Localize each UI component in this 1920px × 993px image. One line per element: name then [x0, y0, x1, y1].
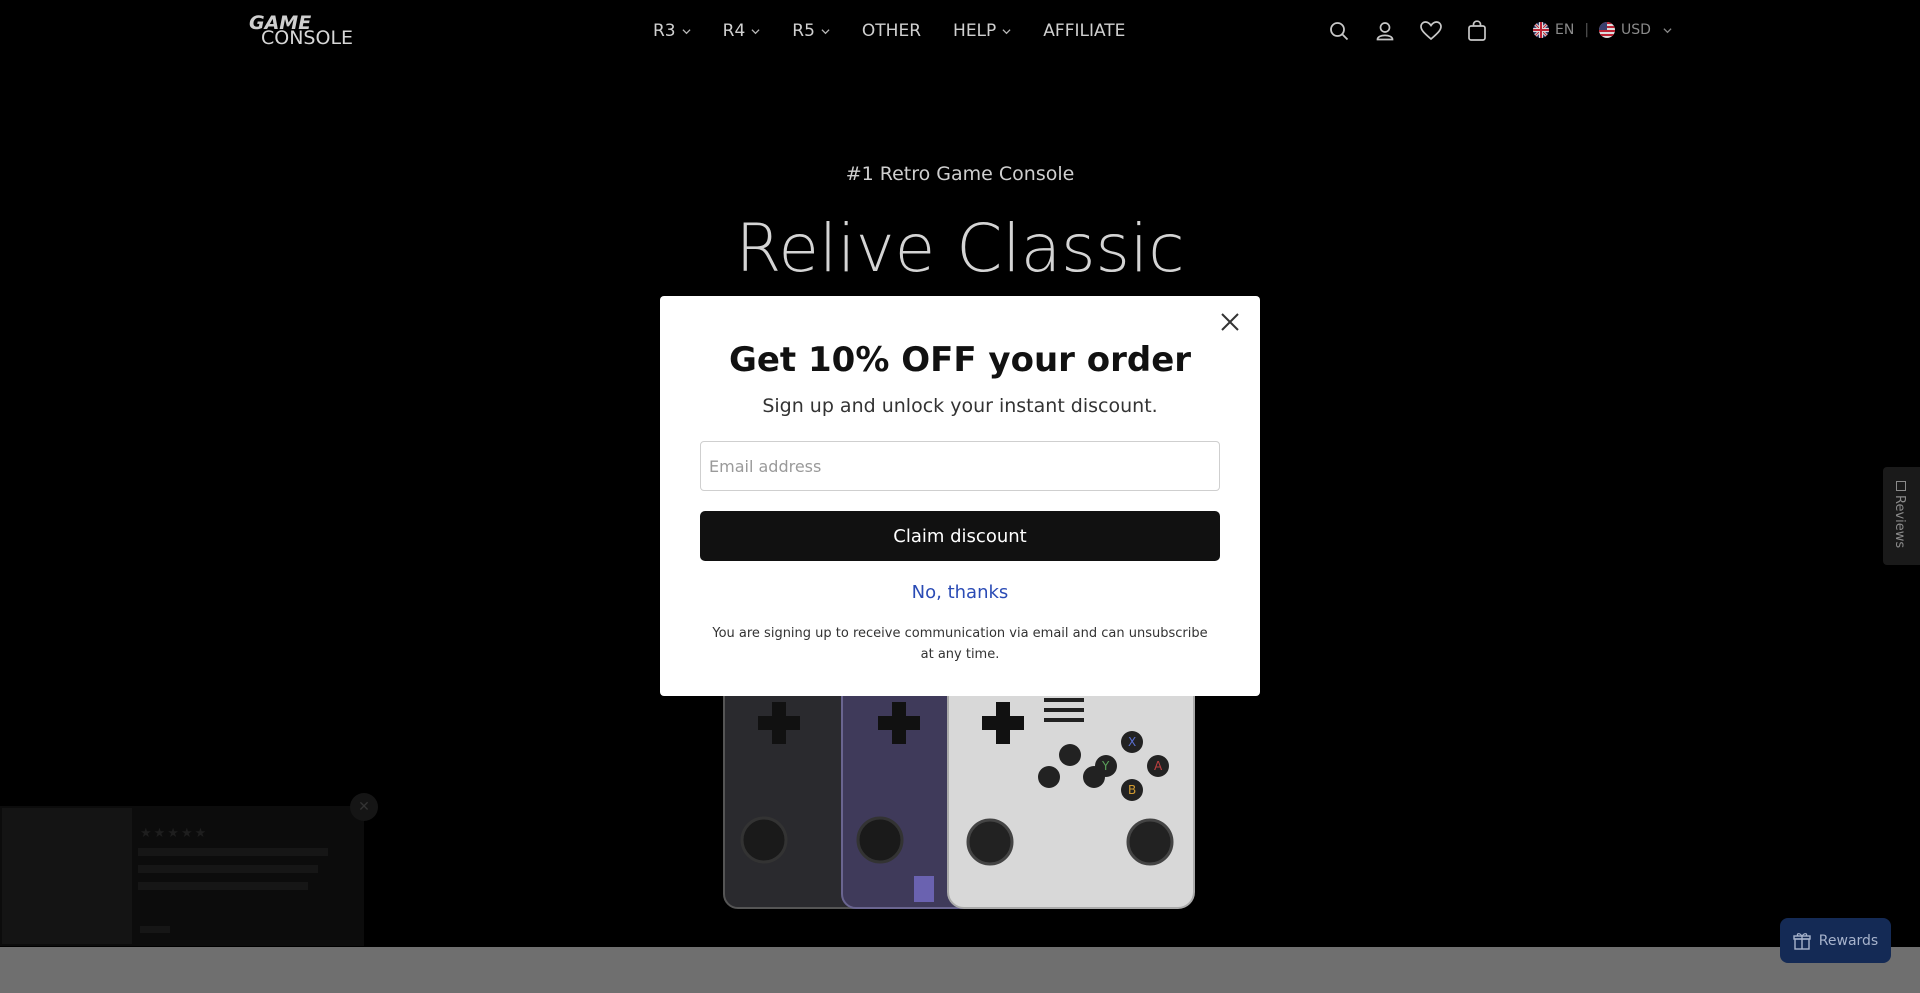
- chevron-down-icon: [751, 28, 760, 34]
- svg-text:X: X: [1128, 735, 1136, 749]
- wishlist-heart-icon[interactable]: [1418, 18, 1444, 44]
- cart-bag-icon[interactable]: [1464, 18, 1490, 44]
- search-icon[interactable]: [1326, 18, 1352, 44]
- nav-item-r5[interactable]: R5: [792, 20, 830, 42]
- us-flag-icon: [1599, 22, 1616, 38]
- console-product-image: X Y A B: [723, 660, 1195, 909]
- hero-title: Relive Classic: [735, 210, 1185, 287]
- claim-discount-button[interactable]: Claim discount: [700, 511, 1220, 561]
- popup-subtitle: Sign up and unlock your instant discount…: [762, 395, 1158, 417]
- language-label: EN: [1555, 22, 1575, 38]
- account-icon[interactable]: [1372, 18, 1398, 44]
- gift-icon: [1793, 932, 1811, 950]
- rewards-button[interactable]: Rewards: [1780, 918, 1891, 963]
- nav-label: AFFILIATE: [1043, 21, 1126, 41]
- svg-text:B: B: [1128, 783, 1136, 797]
- chevron-down-icon: [1002, 28, 1011, 34]
- review-text-obscured: [138, 848, 338, 890]
- popup-legal-text: You are signing up to receive communicat…: [712, 626, 1208, 662]
- site-logo[interactable]: GAME CONSOLE: [249, 12, 354, 49]
- close-icon[interactable]: ✕: [350, 793, 378, 821]
- rewards-label: Rewards: [1818, 932, 1879, 949]
- nav-label: R5: [792, 21, 815, 41]
- discount-popup: Get 10% OFF your order Sign up and unloc…: [660, 296, 1260, 696]
- nav-item-r3[interactable]: R3: [653, 20, 691, 42]
- chevron-down-icon: [682, 28, 691, 34]
- nav-label: R4: [722, 21, 746, 41]
- reviews-icon: [1896, 481, 1906, 491]
- uk-flag-icon: [1533, 22, 1549, 38]
- hero-subtitle: #1 Retro Game Console: [845, 163, 1075, 185]
- nav-item-affiliate[interactable]: AFFILIATE: [1043, 20, 1125, 42]
- reviews-side-tab[interactable]: Reviews: [1883, 467, 1920, 565]
- nav-label: R3: [653, 21, 676, 41]
- currency-label: USD: [1621, 22, 1651, 38]
- close-icon[interactable]: [1216, 308, 1244, 336]
- nav-item-help[interactable]: HELP: [953, 20, 1011, 42]
- main-nav: R3 R4 R5 OTHER HELP AFFILIATE: [653, 20, 1157, 42]
- chevron-down-icon: [1663, 27, 1672, 33]
- review-stars: ★★★★★: [140, 826, 209, 841]
- chevron-down-icon: [821, 28, 830, 34]
- reviews-tab-label: Reviews: [1892, 495, 1907, 549]
- site-header: GAME CONSOLE R3 R4 R5 OTHER HELP AFFILIA…: [0, 0, 1920, 64]
- locale-selector[interactable]: EN | USD: [1533, 22, 1672, 38]
- svg-text:A: A: [1154, 759, 1163, 773]
- locale-divider: |: [1584, 22, 1590, 38]
- review-notification[interactable]: ★★★★★: [0, 806, 364, 946]
- nav-label: HELP: [953, 21, 997, 41]
- nav-item-other[interactable]: OTHER: [862, 20, 921, 42]
- nav-label: OTHER: [861, 21, 922, 41]
- email-field[interactable]: [700, 441, 1220, 491]
- header-icons: [1326, 18, 1510, 44]
- review-author-obscured: [140, 926, 170, 933]
- no-thanks-link[interactable]: No, thanks: [660, 582, 1260, 603]
- review-photo: [2, 808, 132, 944]
- popup-title: Get 10% OFF your order: [728, 340, 1192, 380]
- svg-text:Y: Y: [1101, 759, 1110, 773]
- nav-item-r4[interactable]: R4: [723, 20, 761, 42]
- logo-line-2: CONSOLE: [261, 27, 354, 49]
- bottom-bar: [0, 947, 1920, 993]
